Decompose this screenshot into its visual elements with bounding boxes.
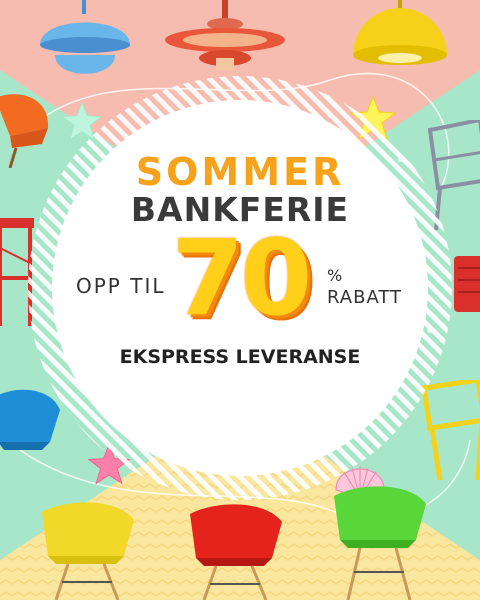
discount-prefix: OPP TIL (76, 274, 166, 298)
discount-value: 70 (171, 217, 313, 339)
percent-sign: % (327, 266, 343, 285)
tagline: EKSPRESS LEVERANSE (119, 346, 361, 368)
promo-banner[interactable]: SOMMER BANKFERIE OPP TIL 70 % RABATT EKS… (0, 0, 480, 600)
discount-suffix: RABATT (327, 287, 403, 308)
title-line-1: SOMMER (135, 150, 345, 194)
